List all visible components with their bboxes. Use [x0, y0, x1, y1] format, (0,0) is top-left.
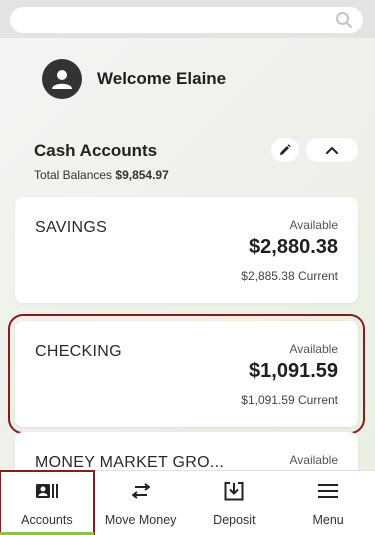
collapse-button[interactable] — [306, 138, 358, 162]
available-label: Available — [289, 342, 338, 356]
nav-accounts[interactable]: Accounts — [0, 470, 95, 535]
user-icon — [52, 70, 72, 89]
account-card-savings[interactable]: SAVINGS Available $2,880.38 $2,885.38 Cu… — [15, 197, 358, 303]
accounts-icon — [35, 484, 58, 498]
nav-label: Accounts — [21, 513, 73, 527]
chevron-up-icon — [326, 147, 338, 154]
account-name: CHECKING — [35, 343, 122, 360]
bottom-nav: Accounts Move Money Deposit Menu — [0, 470, 375, 535]
search-bar-container — [0, 0, 375, 38]
nav-label: Deposit — [213, 513, 256, 527]
avatar[interactable] — [42, 59, 82, 99]
available-label: Available — [289, 453, 338, 467]
current-balance: $1,091.59 Current — [241, 393, 338, 407]
edit-button[interactable] — [271, 138, 299, 162]
welcome-text: Welcome Elaine — [97, 69, 227, 88]
pencil-icon — [280, 144, 291, 155]
nav-deposit[interactable]: Deposit — [188, 471, 282, 535]
nav-menu[interactable]: Menu — [281, 471, 375, 535]
account-card-checking[interactable]: CHECKING Available $1,091.59 $1,091.59 C… — [8, 314, 365, 434]
nav-label: Menu — [312, 513, 344, 527]
account-name: SAVINGS — [35, 219, 108, 236]
transfer-icon — [131, 483, 150, 499]
total-balances: Total Balances $9,854.97 — [34, 168, 169, 182]
welcome-header: Welcome Elaine — [42, 59, 226, 99]
available-amount: $2,880.38 — [249, 236, 338, 258]
deposit-icon — [224, 482, 244, 501]
section-title: Cash Accounts — [34, 141, 158, 160]
total-balances-label: Total Balances — [34, 168, 116, 182]
nav-label: Move Money — [104, 513, 177, 527]
menu-icon — [318, 484, 339, 498]
current-balance: $2,885.38 Current — [241, 269, 338, 283]
search-icon[interactable] — [335, 11, 353, 29]
available-label: Available — [289, 218, 338, 232]
total-balances-value: $9,854.97 — [115, 168, 169, 182]
available-amount: $1,091.59 — [249, 360, 338, 382]
search-input[interactable] — [10, 7, 363, 33]
nav-move-money[interactable]: Move Money — [94, 471, 188, 535]
